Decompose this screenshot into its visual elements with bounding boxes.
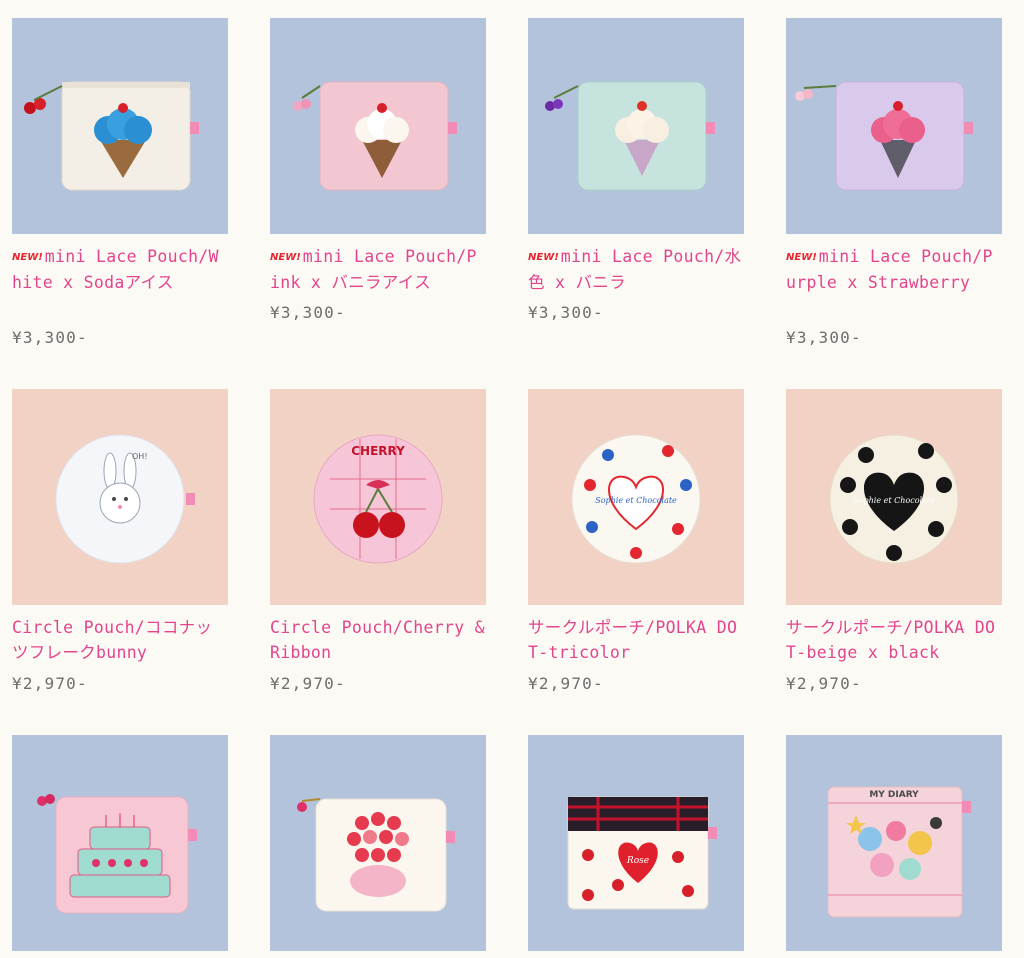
product-image-hearts-pouch[interactable] [270,735,486,951]
product-grid: NEW! mini Lace Pouch/White x Sodaアイス ¥3,3… [0,0,1024,958]
logo-text: Sophie et Chocolate [595,496,677,505]
product-image-cherry-ribbon-pouch[interactable]: CHERRY [270,389,486,605]
product-title[interactable]: Circle Pouch/ココナッツフレークbunny [12,615,228,665]
product-price: ¥2,970- [528,674,604,693]
product-title[interactable]: NEW! mini Lace Pouch/Purple x Strawberry [786,244,1002,295]
product-price: ¥3,300- [12,328,88,347]
product-title[interactable]: NEW! mini Lace Pouch/Pink x バニラアイス [270,244,486,295]
product-image-white-soda-pouch[interactable] [12,18,228,234]
product-title[interactable]: NEW! mini Lace Pouch/White x Sodaアイス [12,244,228,295]
product-image-polka-black-pouch[interactable]: Sophie et Chocolate [786,389,1002,605]
product-image-rose-cherry-pouch[interactable]: Rose [528,735,744,951]
product-title[interactable]: サークルポーチ/POLKA DOT-beige x black [786,615,1002,665]
product-title[interactable]: サークルポーチ/POLKA DOT-tricolor [528,615,744,665]
product-image-purple-strawberry-pouch[interactable] [786,18,1002,234]
rose-label: Rose [626,856,649,866]
bunny-speech-text: OH! [132,452,148,461]
product-image-polka-tricolor-pouch[interactable]: Sophie et Chocolate [528,389,744,605]
new-badge: NEW! [12,252,43,263]
new-badge: NEW! [270,252,301,263]
new-badge: NEW! [528,252,559,263]
product-price: ¥2,970- [270,674,346,693]
product-price: ¥2,970- [786,674,862,693]
product-image-pink-vanilla-pouch[interactable] [270,18,486,234]
product-image-mint-vanilla-pouch[interactable] [528,18,744,234]
product-price: ¥2,970- [12,674,88,693]
logo-text: Sophie et Chocolate [853,496,935,505]
product-title[interactable]: Circle Pouch/Cherry & Ribbon [270,615,486,665]
product-image-coconut-bunny-pouch[interactable]: OH! [12,389,228,605]
diary-label: MY DIARY [869,790,919,800]
product-image-cake-pouch[interactable] [12,735,228,951]
new-badge: NEW! [786,252,817,263]
product-title[interactable]: NEW! mini Lace Pouch/水色 x バニラ [528,244,744,295]
product-price: ¥3,300- [786,328,862,347]
product-image-my-diary-pouch[interactable]: MY DIARY [786,735,1002,951]
cherry-label: CHERRY [351,444,405,458]
product-price: ¥3,300- [528,303,604,322]
product-price: ¥3,300- [270,303,346,322]
